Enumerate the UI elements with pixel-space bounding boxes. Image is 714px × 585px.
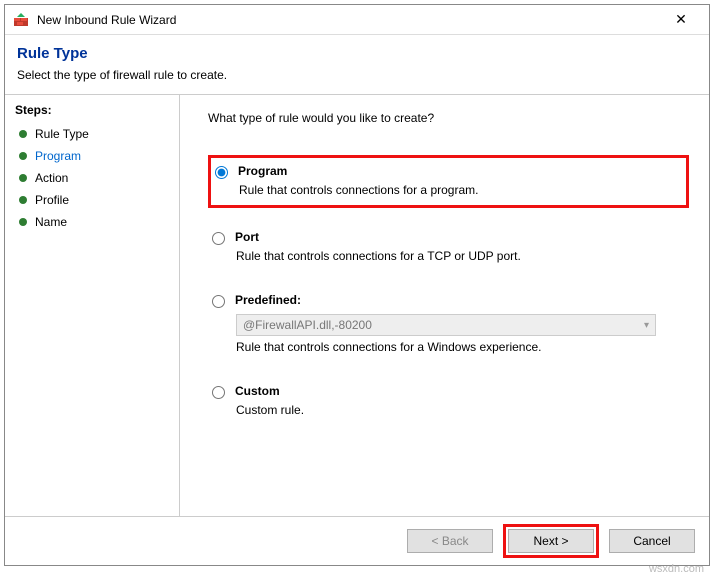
chevron-down-icon: ▾	[644, 320, 649, 331]
step-label: Profile	[35, 193, 69, 207]
radio-custom[interactable]	[212, 386, 225, 399]
option-predefined: Predefined: @FirewallAPI.dll,-80200 ▾ Ru…	[208, 287, 689, 362]
bullet-icon	[19, 152, 27, 160]
wizard-window: New Inbound Rule Wizard ✕ Rule Type Sele…	[4, 4, 710, 566]
step-name[interactable]: Name	[15, 211, 169, 233]
window-title: New Inbound Rule Wizard	[37, 13, 661, 27]
predefined-value: @FirewallAPI.dll,-80200	[243, 318, 372, 332]
step-label: Name	[35, 215, 67, 229]
next-button[interactable]: Next >	[508, 529, 594, 553]
step-action[interactable]: Action	[15, 167, 169, 189]
option-custom-desc: Custom rule.	[236, 403, 681, 417]
watermark: wsxdn.com	[649, 563, 704, 575]
step-rule-type[interactable]: Rule Type	[15, 123, 169, 145]
prompt-text: What type of rule would you like to crea…	[208, 111, 689, 125]
option-port-desc: Rule that controls connections for a TCP…	[236, 249, 681, 263]
page-title: Rule Type	[17, 45, 697, 62]
option-custom: Custom Custom rule.	[208, 378, 689, 425]
option-program-row[interactable]: Program	[215, 164, 678, 179]
firewall-icon	[13, 12, 29, 28]
option-predefined-label: Predefined:	[235, 293, 301, 307]
bullet-icon	[19, 174, 27, 182]
wizard-body: Steps: Rule Type Program Action Profile …	[5, 94, 709, 517]
steps-panel: Steps: Rule Type Program Action Profile …	[5, 95, 180, 516]
bullet-icon	[19, 196, 27, 204]
wizard-footer: < Back Next > Cancel	[5, 517, 709, 565]
option-port-row[interactable]: Port	[212, 230, 681, 245]
bullet-icon	[19, 130, 27, 138]
option-program-label: Program	[238, 164, 287, 178]
steps-heading: Steps:	[15, 103, 169, 117]
step-label: Rule Type	[35, 127, 89, 141]
step-label: Action	[35, 171, 68, 185]
option-predefined-row[interactable]: Predefined:	[212, 293, 681, 308]
option-port: Port Rule that controls connections for …	[208, 224, 689, 271]
cancel-button[interactable]: Cancel	[609, 529, 695, 553]
option-program-desc: Rule that controls connections for a pro…	[239, 183, 678, 197]
step-profile[interactable]: Profile	[15, 189, 169, 211]
option-custom-label: Custom	[235, 384, 280, 398]
radio-program[interactable]	[215, 166, 228, 179]
next-highlight: Next >	[503, 524, 599, 558]
step-program[interactable]: Program	[15, 145, 169, 167]
radio-predefined[interactable]	[212, 295, 225, 308]
titlebar: New Inbound Rule Wizard ✕	[5, 5, 709, 35]
content-panel: What type of rule would you like to crea…	[180, 95, 709, 516]
page-subtitle: Select the type of firewall rule to crea…	[17, 68, 697, 82]
bullet-icon	[19, 218, 27, 226]
predefined-select: @FirewallAPI.dll,-80200 ▾	[236, 314, 656, 336]
back-button: < Back	[407, 529, 493, 553]
close-button[interactable]: ✕	[661, 11, 701, 28]
option-predefined-desc: Rule that controls connections for a Win…	[236, 340, 681, 354]
step-label: Program	[35, 149, 81, 163]
option-program: Program Rule that controls connections f…	[208, 155, 689, 208]
option-custom-row[interactable]: Custom	[212, 384, 681, 399]
wizard-header: Rule Type Select the type of firewall ru…	[5, 35, 709, 94]
option-port-label: Port	[235, 230, 259, 244]
radio-port[interactable]	[212, 232, 225, 245]
